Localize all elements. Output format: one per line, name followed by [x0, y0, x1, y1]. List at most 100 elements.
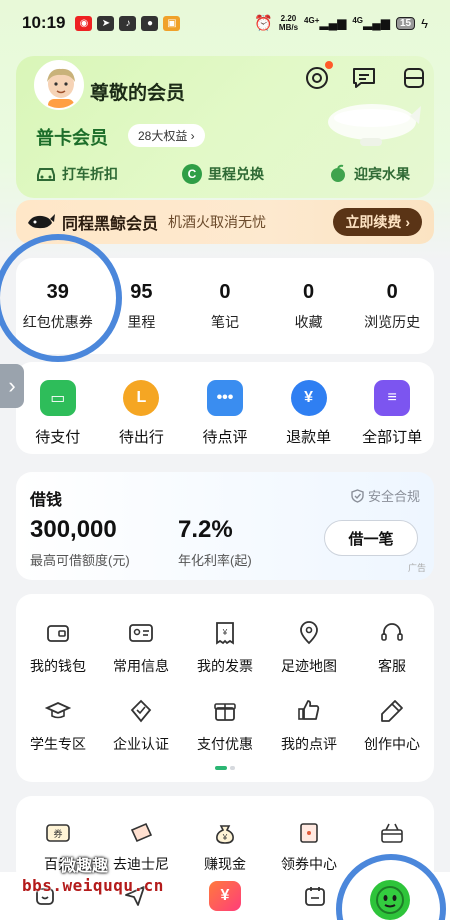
app-notification-icon: ◉: [75, 15, 93, 31]
money-bag-icon: ¥: [216, 825, 234, 844]
page-dot: [230, 766, 235, 770]
verified-icon: [130, 699, 152, 723]
tools-card: 我的钱包 常用信息 ¥ 我的发票 足迹地图 客服 学生专区 企业认证 支付优惠 …: [16, 594, 434, 782]
pen-icon: [381, 700, 403, 722]
battery-icon: 15: [395, 16, 416, 30]
status-time: 10:19: [22, 13, 66, 32]
ticket-icon: [130, 822, 153, 843]
order-pending-payment[interactable]: ▭ 待支付: [16, 362, 100, 454]
tool-creator-center[interactable]: 创作中心: [350, 698, 434, 754]
rights-badge[interactable]: 28大权益 ›: [128, 124, 205, 147]
stat-label: 收藏: [294, 313, 323, 330]
order-pending-travel[interactable]: L 待出行: [100, 362, 184, 454]
stat-number: 39: [46, 280, 69, 303]
whale-subtitle: 机酒火取消无忧: [168, 214, 267, 230]
svg-text:¥: ¥: [222, 833, 228, 842]
chat-icon: •••: [206, 380, 243, 416]
target-icon: [306, 67, 328, 89]
whale-title: 同程黑鲸会员: [62, 216, 159, 233]
stat-coupons[interactable]: 39 红包优惠券: [16, 258, 100, 354]
page-indicator: [215, 766, 235, 770]
status-indicators: ⏰ 2.20 MB/s 4G+▂▄▆ 4G▂▄▆ 15 ϟ: [254, 14, 428, 32]
tool-label: 常用信息: [113, 658, 169, 674]
mileage-c-icon: C: [182, 164, 202, 184]
card-icon: [404, 68, 424, 88]
order-label: 待点评: [202, 429, 248, 446]
tool-label: 我的发票: [197, 658, 253, 674]
stat-mileage[interactable]: 95 里程: [100, 258, 184, 354]
tool-customer-service[interactable]: 客服: [350, 620, 434, 676]
nav-wallet[interactable]: ¥: [180, 872, 270, 920]
calendar-icon: [305, 887, 325, 906]
renew-button[interactable]: 立即续费 ›: [333, 208, 422, 236]
benefit-taxi-discount[interactable]: 打车折扣: [36, 164, 118, 184]
tool-label: 足迹地图: [281, 658, 337, 674]
telegram-icon: ➤: [97, 15, 115, 31]
tool-my-wallet[interactable]: 我的钱包: [16, 620, 100, 676]
message-button[interactable]: [350, 64, 378, 92]
chevron-right-icon: ›: [8, 373, 16, 398]
voucher-icon: [300, 823, 318, 843]
order-all[interactable]: ≡ 全部订单: [350, 362, 434, 454]
scan-settings-button[interactable]: [303, 61, 333, 92]
loan-card[interactable]: 借钱 安全合规 300,000 最高可借额度(元) 7.2% 年化利率(起) 借…: [16, 472, 434, 580]
card-wallet-button[interactable]: [400, 64, 428, 92]
loan-safe-label: 安全合规: [351, 486, 420, 505]
tool-my-reviews[interactable]: 我的点评: [267, 698, 351, 754]
signal-label-1: 4G+: [304, 16, 320, 25]
tool-label: 我的点评: [281, 736, 337, 752]
loan-amount: 300,000: [30, 516, 117, 543]
tool-my-invoices[interactable]: ¥ 我的发票: [183, 620, 267, 676]
basket-icon: [381, 823, 403, 843]
tool-label: 企业认证: [113, 736, 169, 752]
tool-common-info[interactable]: 常用信息: [99, 620, 183, 676]
stat-history[interactable]: 0 浏览历史: [350, 258, 434, 354]
status-bar: 10:19 ◉ ➤ ♪ ● ▣ ⏰ 2.20 MB/s 4G+▂▄▆ 4G▂▄▆…: [0, 0, 450, 46]
loan-title: 借钱: [30, 492, 63, 509]
promo-coupon-center[interactable]: 领券中心: [267, 822, 351, 874]
tool-footprint-map[interactable]: 足迹地图: [267, 620, 351, 676]
thumbs-up-icon: [298, 700, 320, 720]
promo-mall[interactable]: [350, 822, 434, 854]
tool-payment-discount[interactable]: 支付优惠: [183, 698, 267, 754]
fruit-icon: [331, 164, 345, 182]
orders-card: ▭ 待支付 L 待出行 ••• 待点评 ¥ 退款单 ≡ 全部订单: [16, 362, 434, 454]
side-expand-tab[interactable]: ›: [0, 364, 24, 408]
network-speed: 2.20 MB/s: [279, 14, 298, 32]
invoice-icon: ¥: [216, 622, 234, 645]
borrow-button[interactable]: 借一笔: [324, 520, 418, 556]
member-title: 尊敬的会员: [90, 83, 186, 104]
speed-unit: MB/s: [278, 23, 299, 32]
loan-rate: 7.2%: [178, 516, 233, 543]
tool-enterprise-verify[interactable]: 企业认证: [99, 698, 183, 754]
stat-notes[interactable]: 0 笔记: [183, 258, 267, 354]
avatar[interactable]: [34, 60, 84, 110]
speed-value: 2.20: [280, 14, 297, 23]
car-icon: [37, 168, 55, 181]
tool-student-zone[interactable]: 学生专区: [16, 698, 100, 754]
yen-icon: ¥: [290, 380, 327, 416]
safe-text: 安全合规: [367, 489, 420, 504]
wallet-icon: [47, 625, 69, 642]
promo-earn-cash[interactable]: ¥ 赚现金: [183, 822, 267, 874]
order-label: 待支付: [35, 429, 81, 446]
order-refunds[interactable]: ¥ 退款单: [267, 362, 351, 454]
page-dot-active: [215, 766, 227, 770]
benefit-welcome-fruit[interactable]: 迎宾水果: [328, 164, 410, 184]
benefit-mileage-exchange[interactable]: C 里程兑换: [182, 164, 264, 184]
stat-label: 笔记: [210, 313, 239, 330]
whale-icon: [28, 214, 55, 229]
stat-favorites[interactable]: 0 收藏: [267, 258, 351, 354]
black-whale-banner[interactable]: 同程黑鲸会员 机酒火取消无忧 立即续费 ›: [16, 200, 434, 244]
headset-icon: [381, 623, 403, 641]
stat-number: 0: [303, 280, 315, 303]
airship-illustration: [328, 104, 421, 146]
yen-wallet-icon: ¥: [209, 881, 241, 911]
member-card[interactable]: 尊敬的会员 普卡会员 28大权益 › 打车折扣 C 里程兑换 迎宾水果: [16, 56, 434, 198]
order-pending-review[interactable]: ••• 待点评: [183, 362, 267, 454]
stat-label: 浏览历史: [364, 313, 421, 330]
promo-disney[interactable]: 去迪士尼: [99, 822, 183, 874]
shop-icon: ▣: [163, 15, 181, 31]
loan-amount-label: 最高可借额度(元): [30, 553, 130, 568]
stat-number: 0: [219, 280, 231, 303]
